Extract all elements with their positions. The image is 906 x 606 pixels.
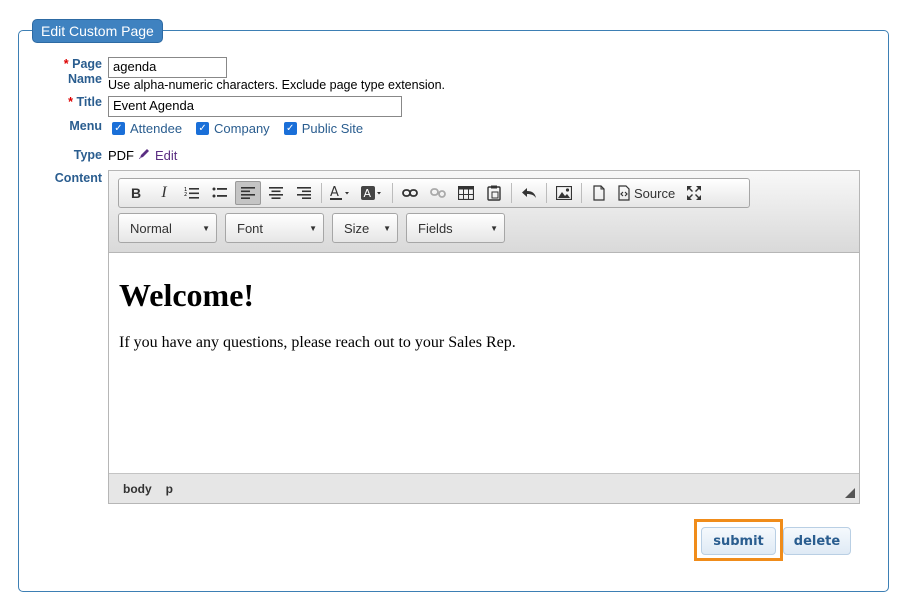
editor-toolbar: B I 12 A A Source Normal ▼ Font ▼ Size ▼… bbox=[109, 171, 859, 253]
font-select[interactable]: Font ▼ bbox=[225, 213, 324, 243]
toolbar-separator bbox=[392, 183, 393, 203]
paste-icon[interactable] bbox=[481, 181, 507, 205]
fields-select[interactable]: Fields ▼ bbox=[406, 213, 505, 243]
pencil-icon[interactable] bbox=[138, 147, 151, 163]
size-select[interactable]: Size ▼ bbox=[332, 213, 398, 243]
path-element-p[interactable]: p bbox=[166, 482, 173, 496]
checkbox-checked-icon[interactable]: ✓ bbox=[196, 122, 210, 135]
dropdown-arrow-icon: ▼ bbox=[309, 223, 317, 233]
toolbar-button-group: B I 12 A A Source bbox=[118, 178, 750, 208]
content-label: Content bbox=[54, 171, 102, 185]
text-color-icon[interactable]: A bbox=[326, 181, 356, 205]
menu-option-company[interactable]: ✓ Company bbox=[196, 121, 270, 136]
svg-text:2: 2 bbox=[184, 192, 187, 198]
submit-button[interactable]: submit bbox=[701, 527, 776, 555]
unlink-icon[interactable] bbox=[425, 181, 451, 205]
image-icon[interactable] bbox=[551, 181, 577, 205]
type-edit-link[interactable]: Edit bbox=[155, 148, 177, 163]
checkbox-checked-icon[interactable]: ✓ bbox=[283, 122, 297, 135]
undo-icon[interactable] bbox=[516, 181, 542, 205]
content-heading[interactable]: Welcome! bbox=[119, 277, 849, 314]
link-icon[interactable] bbox=[397, 181, 423, 205]
svg-text:A: A bbox=[364, 187, 372, 200]
type-row: PDF Edit bbox=[108, 147, 177, 163]
dropdown-arrow-icon: ▼ bbox=[490, 223, 498, 233]
toolbar-separator bbox=[546, 183, 547, 203]
menu-checkboxes: ✓ Attendee ✓ Company ✓ Public Site bbox=[112, 121, 371, 136]
source-icon bbox=[618, 185, 630, 201]
fieldset-legend: Edit Custom Page bbox=[32, 19, 163, 43]
italic-icon[interactable]: I bbox=[151, 181, 177, 205]
checkbox-checked-icon[interactable]: ✓ bbox=[112, 122, 125, 135]
dropdown-arrow-icon: ▼ bbox=[383, 223, 391, 233]
numbered-list-icon[interactable]: 12 bbox=[179, 181, 205, 205]
type-value: PDF bbox=[108, 147, 134, 163]
menu-option-public-site[interactable]: ✓ Public Site bbox=[283, 121, 363, 136]
page-name-label: * Page Name bbox=[63, 57, 102, 86]
background-color-icon[interactable]: A bbox=[358, 181, 388, 205]
source-button[interactable]: Source bbox=[614, 181, 679, 205]
menu-label: Menu bbox=[69, 119, 102, 133]
toolbar-separator bbox=[581, 183, 582, 203]
required-mark: * bbox=[63, 57, 69, 71]
maximize-icon[interactable] bbox=[681, 181, 707, 205]
content-paragraph[interactable]: If you have any questions, please reach … bbox=[119, 334, 849, 352]
align-center-icon[interactable] bbox=[263, 181, 289, 205]
table-icon[interactable] bbox=[453, 181, 479, 205]
toolbar-combos: Normal ▼ Font ▼ Size ▼ Fields ▼ bbox=[118, 213, 505, 243]
title-input[interactable]: Event Agenda bbox=[108, 96, 402, 117]
bulleted-list-icon[interactable] bbox=[207, 181, 233, 205]
editor-path-bar: body p bbox=[109, 473, 859, 503]
new-page-icon[interactable] bbox=[586, 181, 612, 205]
toolbar-separator bbox=[511, 183, 512, 203]
dropdown-arrow-icon: ▼ bbox=[202, 223, 210, 233]
rich-text-editor: B I 12 A A Source Normal ▼ Font ▼ Size ▼… bbox=[108, 170, 860, 504]
page-name-input[interactable]: agenda bbox=[108, 57, 227, 78]
delete-button[interactable]: delete bbox=[783, 527, 851, 555]
resize-handle-icon[interactable] bbox=[845, 488, 855, 498]
menu-option-attendee[interactable]: ✓ Attendee bbox=[112, 121, 182, 136]
path-element-body[interactable]: body bbox=[123, 482, 152, 496]
align-left-icon[interactable] bbox=[235, 181, 261, 205]
editor-content[interactable]: Welcome! If you have any questions, plea… bbox=[109, 253, 859, 473]
align-right-icon[interactable] bbox=[291, 181, 317, 205]
type-label: Type bbox=[73, 148, 102, 162]
bold-icon[interactable]: B bbox=[123, 181, 149, 205]
page-name-hint: Use alpha-numeric characters. Exclude pa… bbox=[108, 78, 445, 92]
toolbar-separator bbox=[321, 183, 322, 203]
title-label: * Title bbox=[68, 95, 102, 109]
format-select[interactable]: Normal ▼ bbox=[118, 213, 217, 243]
svg-text:A: A bbox=[330, 185, 339, 200]
